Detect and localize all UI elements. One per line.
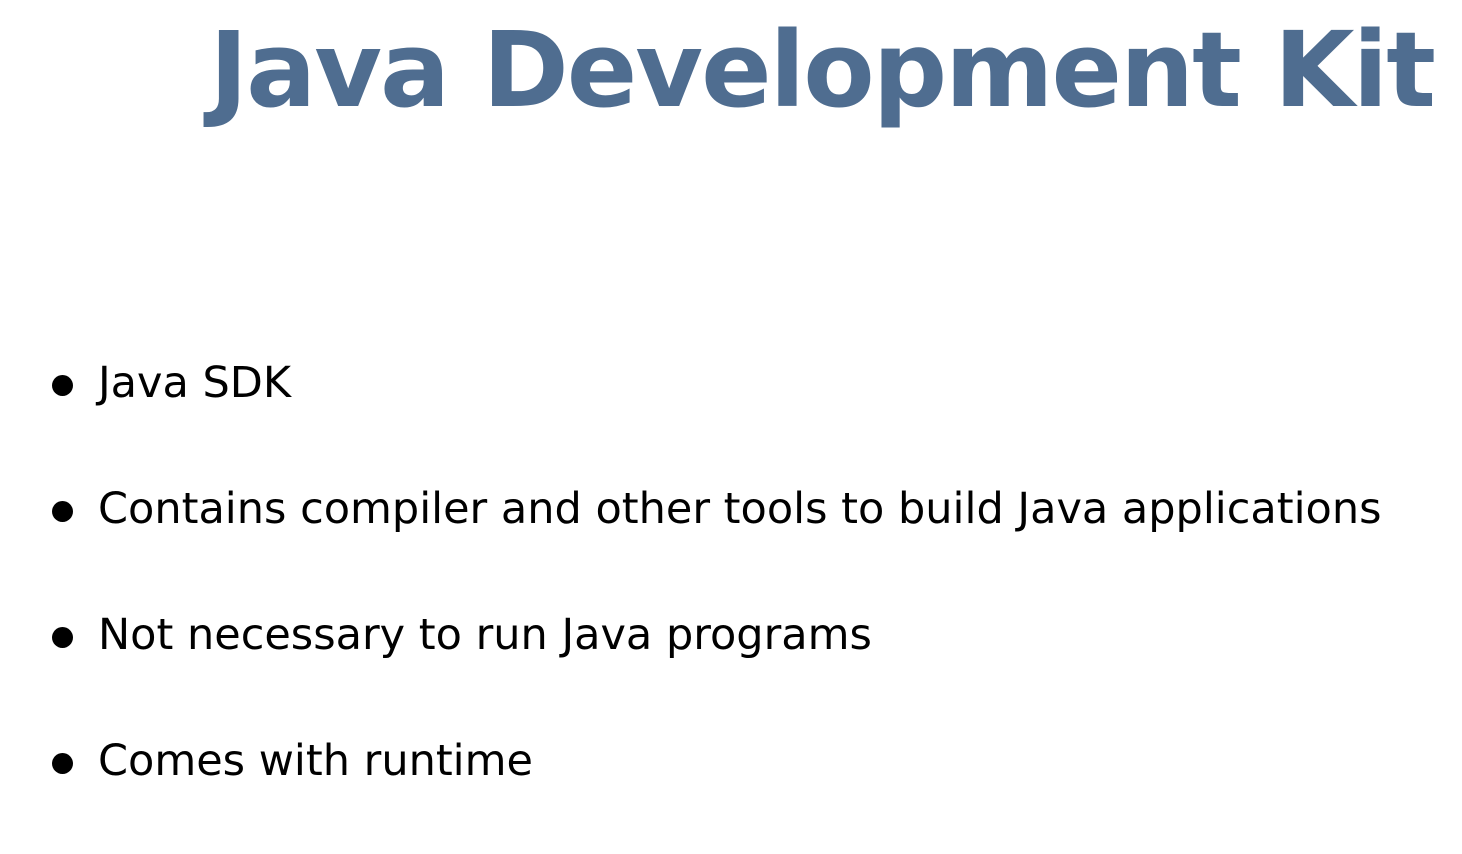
- bullet-dot-icon: [52, 753, 73, 774]
- slide: Java Development Kit Java SDK Contains c…: [0, 0, 1462, 806]
- slide-title: Java Development Kit: [209, 9, 1436, 131]
- bullet-dot-icon: [52, 501, 73, 522]
- bullet-text: Contains compiler and other tools to bui…: [98, 484, 1382, 534]
- bullet-dot-icon: [52, 375, 73, 396]
- bullet-text: Not necessary to run Java programs: [98, 610, 872, 660]
- bullet-text: Comes with runtime: [98, 736, 533, 786]
- bullet-dot-icon: [52, 627, 73, 648]
- bullet-text: Java SDK: [98, 358, 292, 408]
